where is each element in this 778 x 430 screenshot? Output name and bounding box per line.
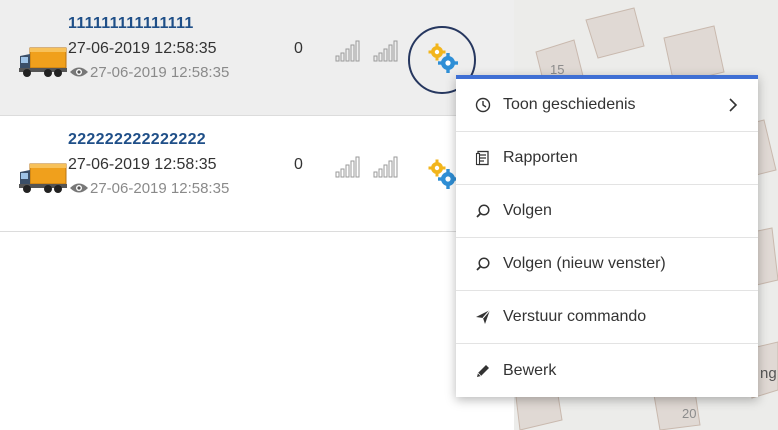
menu-item-label: Rapporten bbox=[503, 149, 578, 166]
vehicle-last-seen: 27-06-2019 12:58:35 bbox=[90, 64, 230, 81]
menu-item-verstuur-commando[interactable]: Verstuur commando bbox=[456, 291, 758, 344]
menu-item-volgen-nieuw-venster[interactable]: Volgen (nieuw venster) bbox=[456, 238, 758, 291]
menu-item-label: Volgen (nieuw venster) bbox=[503, 255, 666, 272]
vehicle-timestamp: 27-06-2019 12:58:35 bbox=[68, 40, 217, 57]
truck-icon bbox=[19, 163, 67, 193]
menu-item-volgen[interactable]: Volgen bbox=[456, 185, 758, 238]
menu-item-bewerk[interactable]: Bewerk bbox=[456, 344, 758, 397]
vehicle-count: 0 bbox=[294, 156, 303, 173]
vehicle-name[interactable]: 222222222222222 bbox=[68, 131, 206, 149]
search-icon bbox=[476, 204, 490, 218]
menu-item-label: Volgen bbox=[503, 202, 552, 219]
gears-icon[interactable] bbox=[428, 159, 458, 189]
vehicle-count: 0 bbox=[294, 40, 303, 57]
send-icon bbox=[476, 309, 491, 324]
map-label-street: ng bbox=[760, 365, 777, 382]
menu-item-rapporten[interactable]: Rapporten bbox=[456, 132, 758, 185]
chevron-right-icon bbox=[729, 98, 738, 112]
signal-bars-icon bbox=[335, 40, 360, 62]
map-label-20: 20 bbox=[682, 406, 696, 421]
vehicle-last-seen: 27-06-2019 12:58:35 bbox=[90, 180, 230, 197]
pencil-icon bbox=[477, 364, 489, 377]
eye-icon bbox=[70, 67, 88, 77]
signal-bars-icon bbox=[373, 156, 398, 178]
menu-item-label: Toon geschiedenis bbox=[503, 96, 636, 113]
vehicle-name[interactable]: 111111111111111 bbox=[68, 15, 194, 33]
menu-item-label: Verstuur commando bbox=[503, 308, 647, 325]
menu-item-label: Bewerk bbox=[503, 361, 557, 379]
signal-bars-icon bbox=[335, 156, 360, 178]
vehicle-row[interactable]: 222222222222222 27-06-2019 12:58:35 0 27… bbox=[0, 116, 514, 232]
signal-bars-icon bbox=[373, 40, 398, 62]
menu-item-toon-geschiedenis[interactable]: Toon geschiedenis bbox=[456, 79, 758, 132]
eye-icon bbox=[70, 183, 88, 193]
report-icon bbox=[475, 150, 489, 166]
context-menu: Toon geschiedenis Rapporten Volgen Volge… bbox=[456, 75, 758, 397]
clock-icon bbox=[475, 97, 491, 113]
search-icon bbox=[476, 257, 490, 271]
truck-icon bbox=[19, 47, 67, 77]
vehicle-timestamp: 27-06-2019 12:58:35 bbox=[68, 156, 217, 173]
